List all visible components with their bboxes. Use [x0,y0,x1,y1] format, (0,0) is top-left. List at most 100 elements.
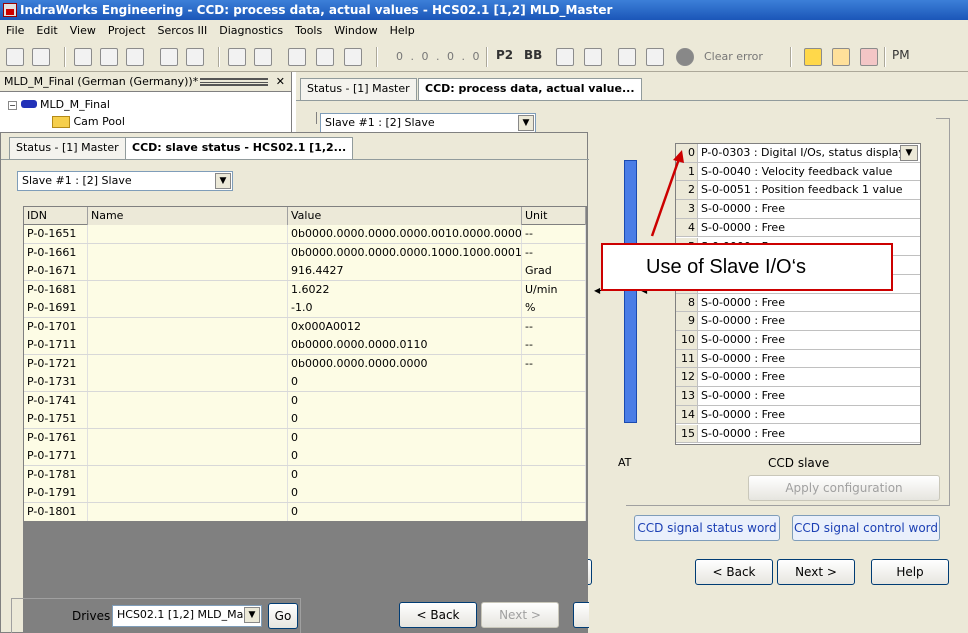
ccd-signal-control-word-button[interactable]: CCD signal control word [792,515,940,541]
table-row[interactable]: P-0-1801 0 [24,502,586,521]
paste-icon[interactable] [126,48,144,66]
tab-status-master[interactable]: Status - [1] Master [300,78,417,100]
ccd-signal-status-word-button[interactable]: CCD signal status word [634,515,780,541]
chevron-down-icon: ▼ [215,173,231,189]
project-pane-title: MLD_M_Final (German (Germany))* [4,75,199,88]
menu-tools[interactable]: Tools [289,20,328,42]
menu-file[interactable]: File [0,20,30,42]
param-row[interactable]: 8 S-0-0000 : Free [676,293,920,313]
dialog-cut-button-edge [573,602,589,628]
table-row[interactable]: P-0-1691 -1.0% [24,299,586,318]
p2-button[interactable]: P2 [496,48,513,62]
tree-item-cam-pool[interactable]: Cam Pool [52,115,125,128]
param-row[interactable]: 9 S-0-0000 : Free [676,312,920,331]
pm-button[interactable]: PM [892,48,910,62]
dialog-back-button[interactable]: < Back [399,602,477,628]
help-button[interactable]: Help [871,559,949,585]
column-name[interactable]: Name [88,207,288,225]
clear-error-icon[interactable] [676,48,694,66]
table-row[interactable]: P-0-1651 0b0000.0000.0000.0000.0010.0000.… [24,225,586,244]
tab-ccd-slave-status[interactable]: CCD: slave status - HCS02.1 [1,2... [125,137,354,160]
favorites-icon[interactable] [804,48,822,66]
column-unit[interactable]: Unit [522,207,586,225]
scope-icon[interactable] [618,48,636,66]
apply-configuration-button[interactable]: Apply configuration [748,475,940,501]
drives-select[interactable]: HCS02.1 [1,2] MLD_Mas ▼ [112,605,262,627]
window-title: IndraWorks Engineering - CCD: process da… [20,3,613,17]
at-label: AT [618,456,632,469]
drives-footer: Drives HCS02.1 [1,2] MLD_Mas ▼ Go [11,598,301,633]
offline-icon[interactable] [254,48,272,66]
param-row[interactable]: 15 S-0-0000 : Free [676,424,920,444]
dialog-slave-select[interactable]: Slave #1 : [2] Slave ▼ [17,171,233,191]
param-row[interactable]: 0 P-0-0303 : Digital I/Os, status display… [676,144,920,163]
menu-view[interactable]: View [64,20,102,42]
table-row[interactable]: P-0-1791 0 [24,484,586,503]
online-icon[interactable] [228,48,246,66]
column-value[interactable]: Value [288,207,522,225]
table-row[interactable]: P-0-1711 0b0000.0000.0000.0110 -- [24,336,586,355]
axis-icon[interactable] [584,48,602,66]
bb-button[interactable]: BB [524,48,542,62]
back-button[interactable]: < Back [695,559,773,585]
callout-arrow [650,150,684,237]
copy-icon[interactable] [100,48,118,66]
chevron-down-icon[interactable]: ▼ [900,145,918,161]
cut-icon[interactable] [74,48,92,66]
param-row[interactable]: 14 S-0-0000 : Free [676,405,920,425]
table-row[interactable]: P-0-1741 0 [24,391,586,410]
table-row[interactable]: P-0-1721 0b0000.0000.0000.0000 -- [24,354,586,373]
clear-error-button[interactable]: Clear error [704,50,763,63]
table-row[interactable]: P-0-1751 0 [24,410,586,429]
table-row[interactable]: P-0-1681 1.6022 U/min [24,280,586,299]
title-bar: IndraWorks Engineering - CCD: process da… [0,0,968,20]
main-slave-select[interactable]: Slave #1 : [2] Slave ▼ [320,113,536,133]
param-row[interactable]: 1 S-0-0040 : Velocity feedback value [676,162,920,182]
table-row[interactable]: P-0-1771 0 [24,447,586,466]
callout-box: Use of Slave I/O‘s [601,243,893,291]
save-to-device-icon[interactable] [344,48,362,66]
param-row[interactable]: 3 S-0-0000 : Free [676,200,920,219]
redo-icon[interactable] [186,48,204,66]
table-row[interactable]: P-0-1731 0 [24,373,586,392]
search-icon[interactable] [288,48,306,66]
param-row[interactable]: 12 S-0-0000 : Free [676,368,920,388]
menu-project[interactable]: Project [102,20,152,42]
new-project-icon[interactable] [6,48,24,66]
tab-ccd-process-data[interactable]: CCD: process data, actual value... [418,78,642,101]
close-icon[interactable]: ✕ [276,72,285,92]
menu-diagnostics[interactable]: Diagnostics [213,20,289,42]
undo-icon[interactable] [160,48,178,66]
dialog-next-button[interactable]: Next > [481,602,559,628]
menu-window[interactable]: Window [328,20,383,42]
menu-sercos[interactable]: Sercos III [151,20,213,42]
table-row[interactable]: P-0-1701 0x000A0012 -- [24,317,586,336]
table-row[interactable]: P-0-1781 0 [24,465,586,484]
delete-icon[interactable] [860,48,878,66]
drive-enable-icon[interactable] [556,48,574,66]
table-row[interactable]: P-0-1671 916.4427 Grad [24,262,586,281]
param-row[interactable]: 2 S-0-0051 : Position feedback 1 value [676,181,920,201]
go-button[interactable]: Go [268,603,298,629]
collapse-icon[interactable]: − [8,101,17,110]
menu-edit[interactable]: Edit [30,20,63,42]
param-row[interactable]: 4 S-0-0000 : Free [676,218,920,238]
tab-status-master-dialog[interactable]: Status - [1] Master [9,137,126,159]
param-row[interactable]: 10 S-0-0000 : Free [676,331,920,350]
slave-status-dialog: Status - [1] Master CCD: slave status - … [0,132,589,633]
column-idn[interactable]: IDN [24,207,88,225]
menu-bar: File Edit View Project Sercos III Diagnostics… [0,20,968,42]
param-row[interactable]: 11 S-0-0000 : Free [676,349,920,369]
tree-root[interactable]: − MLD_M_Final [8,98,110,111]
open-project-icon[interactable] [32,48,50,66]
list-icon[interactable] [832,48,850,66]
warning-icon[interactable] [646,48,664,66]
next-button[interactable]: Next > [777,559,855,585]
table-row[interactable]: P-0-1661 0b0000.0000.0000.0000.1000.1000.… [24,243,586,262]
chevron-down-icon: ▼ [518,115,534,131]
table-row[interactable]: P-0-1761 0 [24,428,586,447]
menu-help[interactable]: Help [384,20,421,42]
param-row[interactable]: 13 S-0-0000 : Free [676,387,920,406]
load-icon[interactable] [316,48,334,66]
pane-grip[interactable] [200,78,268,86]
